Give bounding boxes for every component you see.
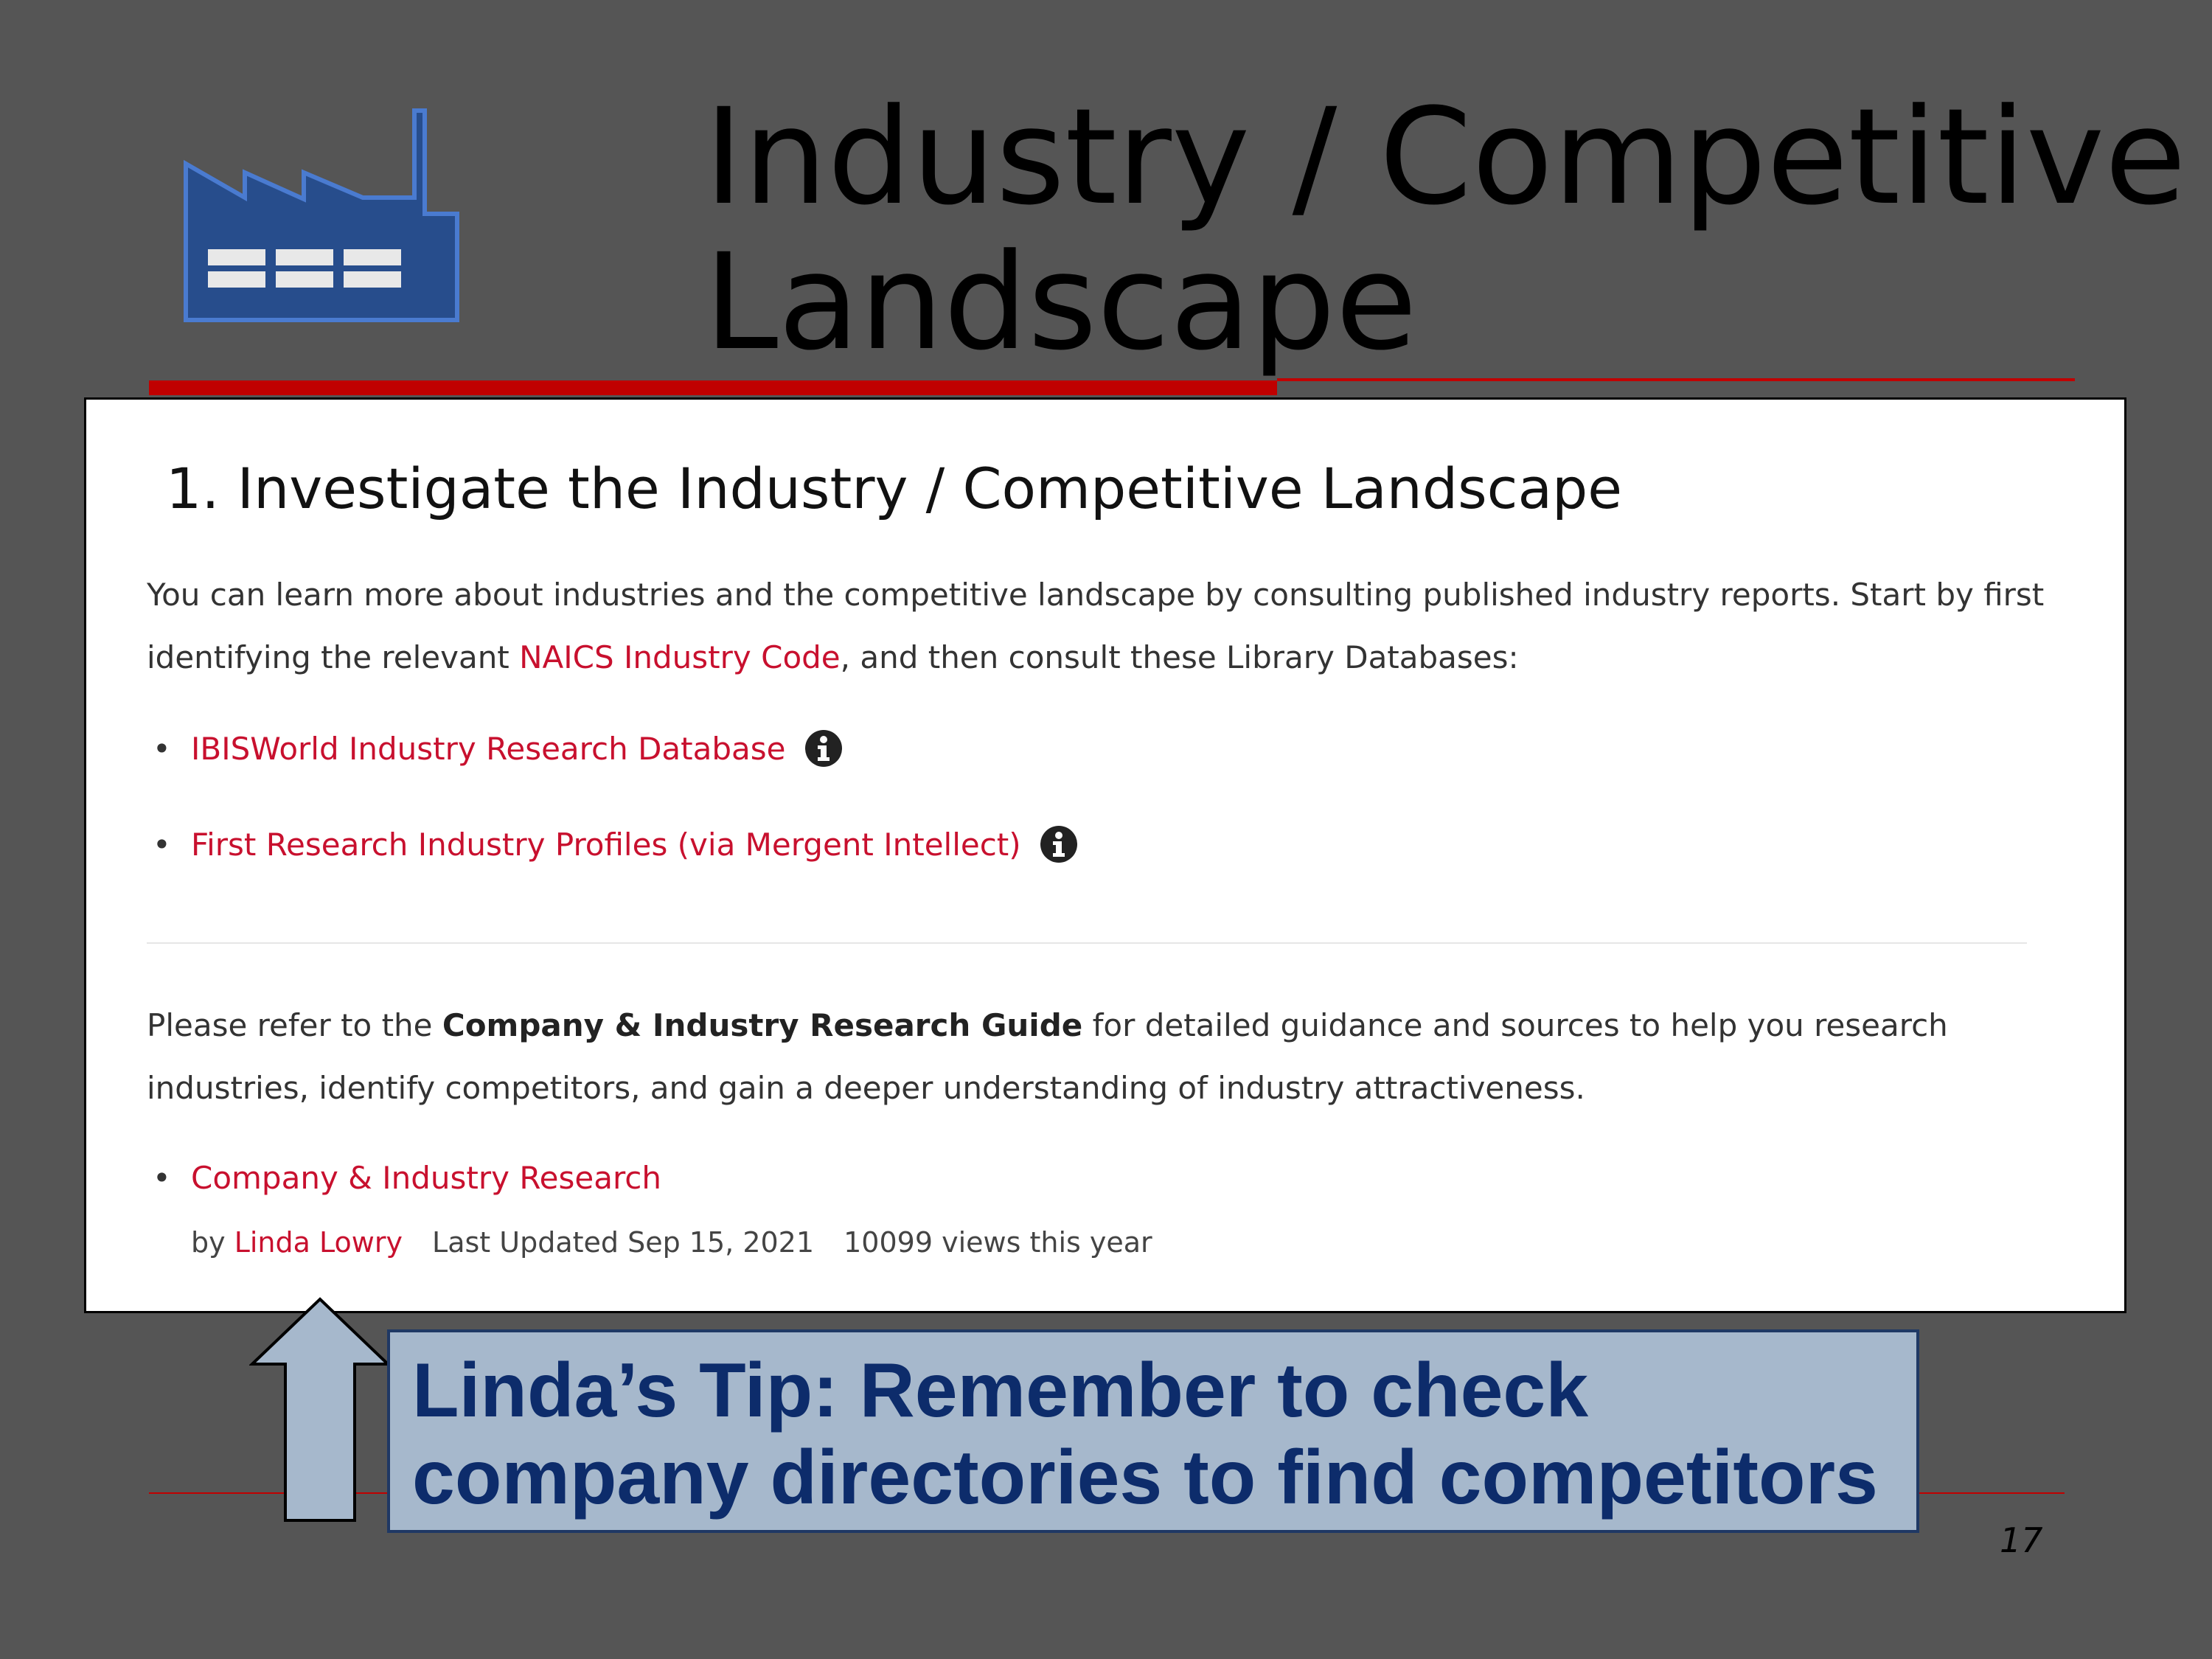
- last-updated: Last Updated Sep 15, 2021: [432, 1226, 815, 1259]
- bullet: •: [153, 1160, 171, 1196]
- slide-title-line2: Landscape: [704, 226, 1417, 380]
- author-link[interactable]: Linda Lowry: [234, 1226, 403, 1259]
- company-industry-research-link[interactable]: Company & Industry Research: [191, 1160, 661, 1196]
- title-underline-thick: [149, 380, 1277, 395]
- page-number: 17: [2000, 1520, 2043, 1560]
- intro-text-end: , and then consult these Library Databas…: [840, 639, 1519, 675]
- guide-by-label: by: [191, 1226, 234, 1259]
- list-item: • First Research Industry Profiles (via …: [147, 823, 1078, 919]
- info-icon[interactable]: [804, 729, 843, 768]
- tip-line1: Linda’s Tip: Remember to check: [412, 1348, 1589, 1433]
- guide-text-start: Please refer to the: [147, 1007, 442, 1043]
- bullet: •: [153, 827, 171, 863]
- footer-rule-right: [1917, 1492, 2065, 1494]
- first-research-link[interactable]: First Research Industry Profiles (via Me…: [191, 827, 1021, 863]
- database-list: • IBISWorld Industry Research Database •…: [147, 727, 1078, 919]
- guide-paragraph: Please refer to the Company & Industry R…: [147, 994, 2064, 1119]
- divider: [147, 942, 2027, 944]
- guide-screenshot-panel: 1. Investigate the Industry / Competitiv…: [84, 397, 2126, 1313]
- tip-line2: company directories to find competitors: [412, 1435, 1878, 1520]
- title-underline-thin: [1277, 378, 2075, 381]
- bullet: •: [153, 731, 171, 767]
- naics-code-link[interactable]: NAICS Industry Code: [519, 639, 841, 675]
- intro-paragraph: You can learn more about industries and …: [147, 563, 2064, 689]
- factory-icon: [184, 108, 459, 322]
- tip-text: Linda’s Tip: Remember to check company d…: [412, 1347, 1878, 1521]
- panel-heading: 1. Investigate the Industry / Competitiv…: [166, 456, 1623, 521]
- guide-meta: by Linda Lowry Last Updated Sep 15, 2021…: [191, 1222, 1173, 1263]
- ibisworld-link[interactable]: IBISWorld Industry Research Database: [191, 731, 785, 767]
- slide-title-line1: Industry / Competitive: [704, 80, 2187, 234]
- info-icon[interactable]: [1040, 825, 1078, 863]
- view-count: 10099 views this year: [844, 1226, 1152, 1259]
- tip-callout: Linda’s Tip: Remember to check company d…: [387, 1329, 1919, 1533]
- list-item: • Company & Industry Research: [147, 1156, 661, 1200]
- up-arrow-icon: [249, 1297, 391, 1522]
- guide-name-bold: Company & Industry Research Guide: [442, 1007, 1083, 1043]
- guide-by: by Linda Lowry: [191, 1226, 403, 1259]
- slide-title: Industry / Competitive Landscape: [704, 85, 2186, 375]
- list-item: • IBISWorld Industry Research Database: [147, 727, 1078, 823]
